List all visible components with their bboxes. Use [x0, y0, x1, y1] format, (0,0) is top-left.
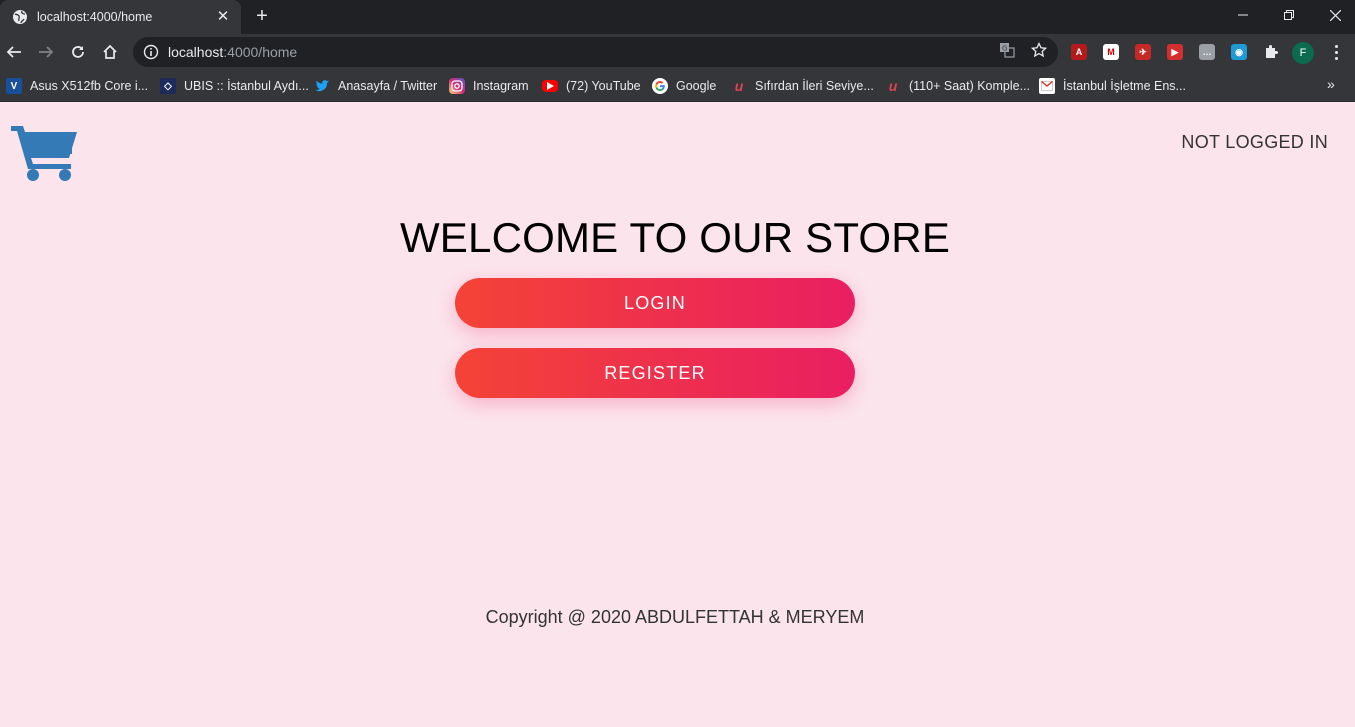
minimize-icon[interactable]	[1220, 0, 1266, 30]
bookmark-label: (72) YouTube	[566, 79, 641, 93]
bookmark-item[interactable]: ◇ UBIS :: İstanbul Aydı...	[160, 77, 309, 95]
bookmark-item[interactable]: u Sıfırdan İleri Seviye...	[731, 77, 874, 95]
gmail-icon	[1039, 78, 1055, 94]
address-bar[interactable]: localhost:4000/home	[133, 37, 1058, 67]
back-arrow-icon[interactable]	[2, 40, 26, 64]
bookmark-item[interactable]: Instagram	[449, 77, 529, 95]
login-button[interactable]: LOGIN	[455, 278, 855, 328]
ubis-bookmark-icon: ◇	[160, 78, 176, 94]
bookmark-item[interactable]: Google	[652, 77, 716, 95]
url-host: localhost	[168, 44, 224, 60]
mcafee-extension-icon[interactable]: M	[1103, 44, 1119, 60]
bookmark-label: Anasayfa / Twitter	[338, 79, 438, 93]
bookmark-star-icon[interactable]	[1030, 41, 1048, 59]
translate-icon[interactable]: G	[998, 41, 1016, 59]
bookmark-item[interactable]: Anasayfa / Twitter	[314, 77, 437, 95]
reload-icon[interactable]	[66, 40, 90, 64]
browser-menu-icon[interactable]	[1330, 42, 1342, 62]
info-icon[interactable]	[143, 44, 159, 60]
new-tab-plus-icon[interactable]: +	[252, 6, 272, 26]
bookmark-label: (110+ Saat) Komple...	[909, 79, 1031, 93]
close-window-icon[interactable]	[1312, 0, 1355, 30]
dots-extension-icon[interactable]: …	[1199, 44, 1215, 60]
bookmarks-bar: V Asus X512fb Core i... ◇ UBIS :: İstanb…	[0, 70, 1355, 102]
tab-close-icon[interactable]: ✕	[215, 9, 231, 25]
tab-strip: localhost:4000/home ✕ +	[0, 0, 1355, 34]
bookmark-label: Asus X512fb Core i...	[30, 79, 149, 93]
browser-toolbar: localhost:4000/home G A M ✈ ▶ … ◉ F	[0, 34, 1355, 70]
profile-avatar[interactable]: F	[1292, 42, 1314, 64]
udemy-icon: u	[734, 78, 744, 94]
svg-text:G: G	[1002, 45, 1007, 53]
bookmark-label: UBIS :: İstanbul Aydı...	[184, 79, 309, 93]
video-extension-icon[interactable]: ▶	[1167, 44, 1183, 60]
twitter-bird-icon	[314, 78, 330, 94]
bookmark-item[interactable]: u (110+ Saat) Komple...	[885, 77, 1030, 95]
bookmark-label: Google	[676, 79, 717, 93]
vatan-bookmark-icon: V	[6, 78, 22, 94]
login-status-text: NOT LOGGED IN	[1181, 132, 1328, 152]
globe-icon	[12, 9, 28, 25]
youtube-icon	[542, 80, 558, 92]
instagram-icon	[449, 78, 465, 94]
acrobat-extension-icon[interactable]: A	[1071, 44, 1087, 60]
url-path: :4000/home	[223, 44, 298, 60]
extensions-puzzle-icon[interactable]	[1263, 44, 1279, 60]
shopping-cart-icon[interactable]	[11, 122, 78, 182]
forward-arrow-icon[interactable]	[34, 40, 58, 64]
restore-icon[interactable]	[1266, 0, 1312, 30]
home-icon[interactable]	[98, 40, 122, 64]
udemy-icon: u	[888, 78, 898, 94]
rocket-extension-icon[interactable]: ✈	[1135, 44, 1151, 60]
bookmark-item[interactable]: İstanbul İşletme Ens...	[1039, 77, 1186, 95]
bookmarks-overflow-chevron-icon[interactable]: »	[1327, 76, 1335, 92]
bookmark-label: Instagram	[473, 79, 529, 93]
camera-extension-icon[interactable]: ◉	[1231, 44, 1247, 60]
bookmark-item[interactable]: (72) YouTube	[542, 77, 641, 95]
bookmark-item[interactable]: V Asus X512fb Core i...	[6, 77, 148, 95]
copyright-footer: Copyright @ 2020 ABDULFETTAH & MERYEM	[485, 607, 865, 627]
tab-title: localhost:4000/home	[37, 10, 153, 24]
google-icon	[652, 78, 668, 94]
page-title: WELCOME TO OUR STORE	[399, 214, 951, 261]
bookmark-label: Sıfırdan İleri Seviye...	[755, 79, 874, 93]
bookmark-label: İstanbul İşletme Ens...	[1063, 79, 1186, 93]
store-home-page: NOT LOGGED IN WELCOME TO OUR STORE LOGIN…	[0, 103, 1355, 727]
register-button[interactable]: REGISTER	[455, 348, 855, 398]
browser-tab[interactable]: localhost:4000/home ✕	[0, 0, 241, 34]
